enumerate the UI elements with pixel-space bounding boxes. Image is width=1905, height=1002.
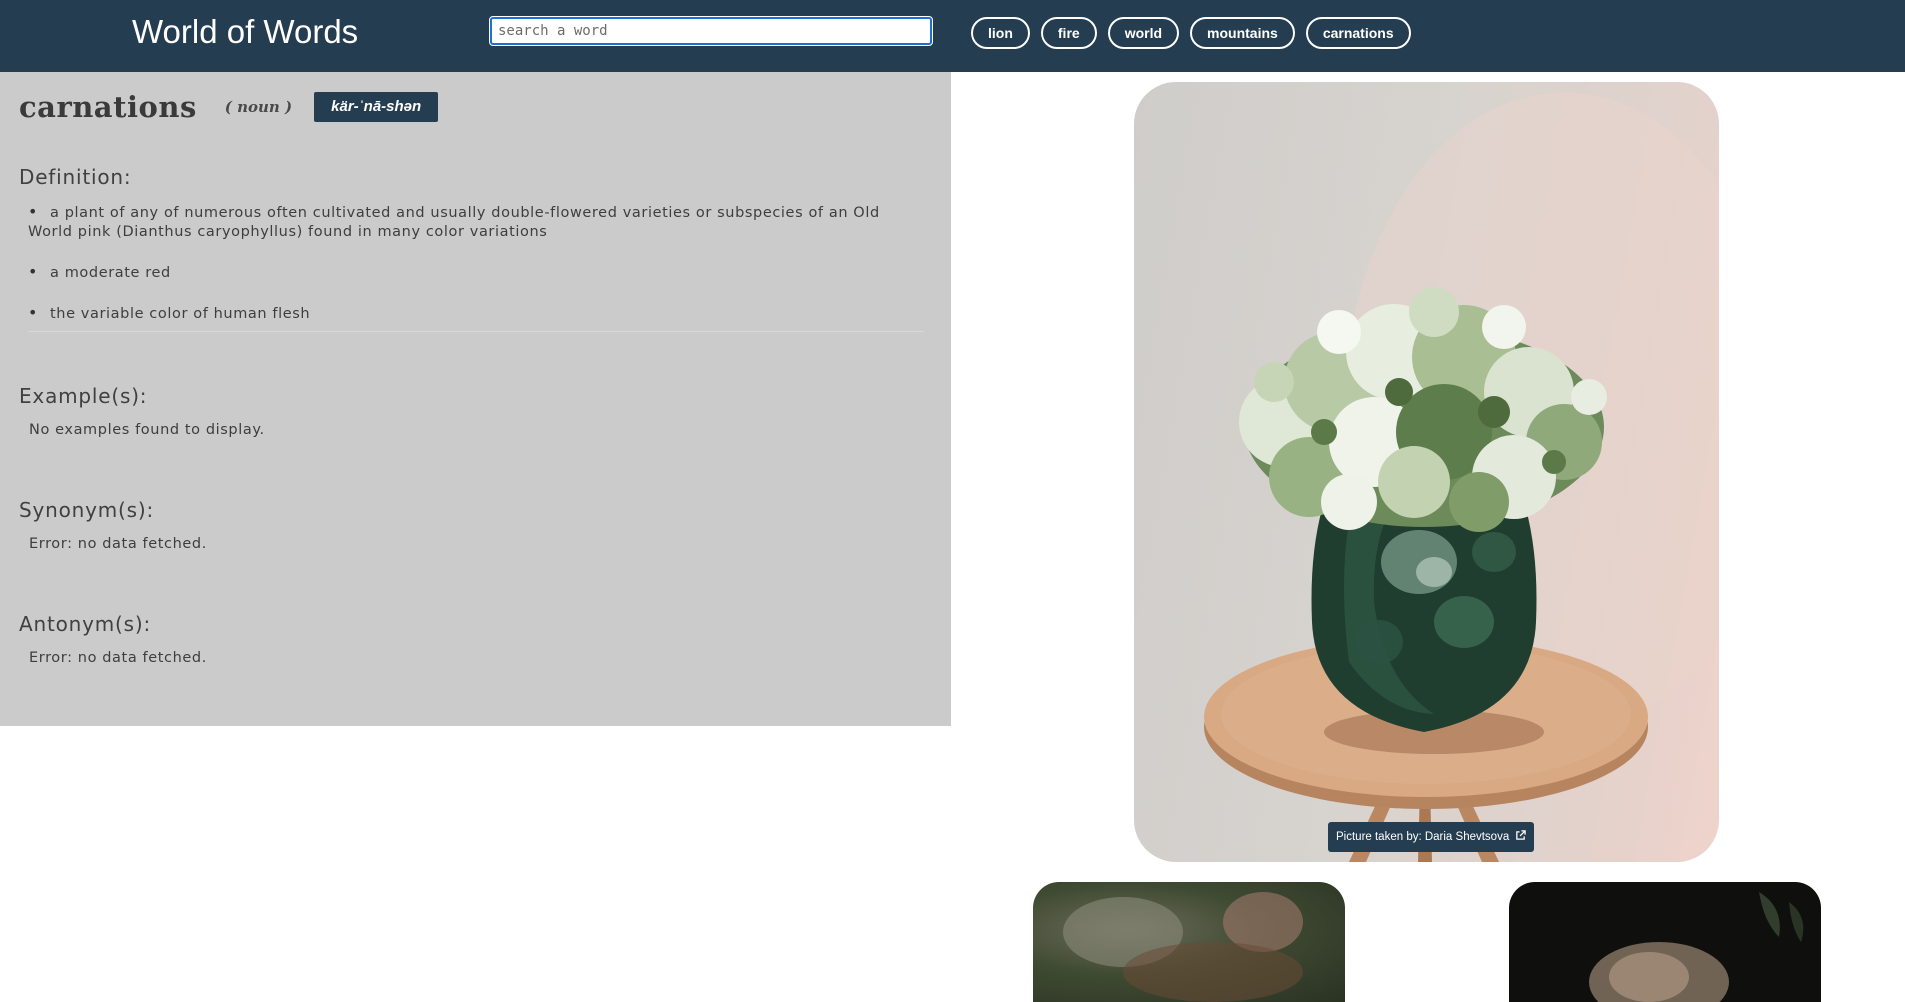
definition-item: the variable color of human flesh	[28, 303, 924, 324]
examples-text: No examples found to display.	[29, 422, 265, 438]
part-of-speech: ( noun )	[224, 98, 293, 116]
top-bar: World of Words lion fire world mountains…	[0, 0, 1905, 72]
external-link-icon	[1515, 830, 1526, 844]
synonyms-text: Error: no data fetched.	[29, 536, 207, 552]
photo-credit-link[interactable]: Picture taken by: Daria Shevtsova	[1328, 822, 1535, 852]
app-title[interactable]: World of Words	[132, 12, 358, 52]
entry-header: carnations ( noun ) kär-ˈnā-shən	[19, 90, 439, 124]
photo-credit-text: Picture taken by: Daria Shevtsova	[1336, 831, 1510, 843]
chip-fire[interactable]: fire	[1040, 17, 1097, 49]
definition-item: a plant of any of numerous often cultiva…	[28, 202, 924, 242]
examples-heading: Example(s):	[19, 384, 148, 408]
definition-panel: carnations ( noun ) kär-ˈnā-shən Definit…	[0, 72, 951, 726]
chip-world[interactable]: world	[1107, 17, 1180, 49]
antonyms-heading: Antonym(s):	[19, 612, 151, 636]
definition-heading: Definition:	[19, 165, 132, 189]
antonyms-text: Error: no data fetched.	[29, 650, 207, 666]
definition-item: a moderate red	[28, 262, 924, 283]
chip-carnations[interactable]: carnations	[1305, 17, 1411, 49]
quick-word-chips: lion fire world mountains carnations	[971, 17, 1411, 49]
synonyms-heading: Synonym(s):	[19, 498, 155, 522]
search-input[interactable]	[489, 16, 933, 46]
chip-lion[interactable]: lion	[971, 17, 1030, 49]
hero-photo	[1134, 82, 1719, 862]
pronunciation-badge[interactable]: kär-ˈnā-shən	[314, 92, 439, 122]
definition-list: a plant of any of numerous often cultiva…	[28, 202, 924, 332]
carnation-vase-illustration	[1204, 92, 1719, 862]
chip-mountains[interactable]: mountains	[1190, 17, 1295, 49]
entry-word: carnations	[19, 90, 197, 124]
related-photo-thumbnail[interactable]	[1033, 882, 1345, 1002]
related-photo-thumbnail[interactable]	[1509, 882, 1821, 1002]
